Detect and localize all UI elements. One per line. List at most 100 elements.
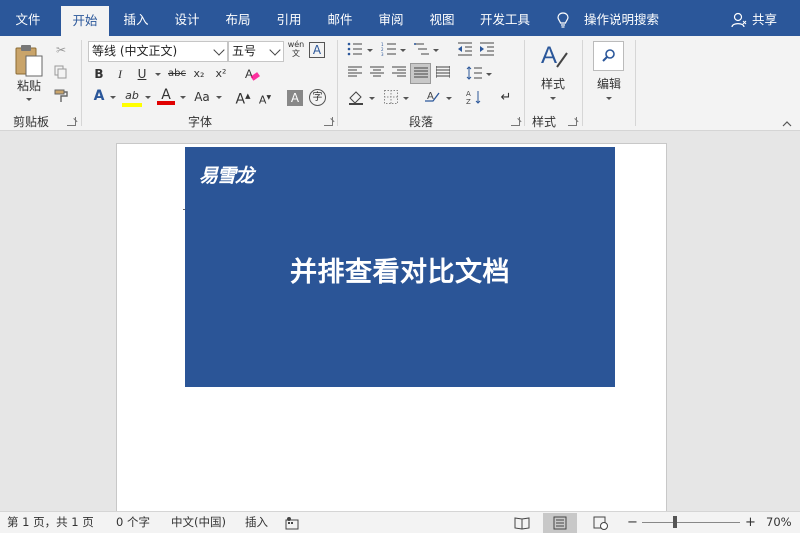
italic-button[interactable]: I <box>113 66 127 82</box>
align-left-icon[interactable] <box>347 66 363 82</box>
chevron-down-icon <box>269 44 281 56</box>
read-mode-button[interactable] <box>505 513 539 533</box>
styles-launcher-icon[interactable] <box>568 117 577 126</box>
show-marks-icon[interactable]: ↵ <box>498 90 514 106</box>
bold-button[interactable]: B <box>92 66 106 82</box>
group-separator <box>524 40 525 126</box>
chevron-down-icon <box>213 44 225 56</box>
shading-icon[interactable] <box>347 89 365 109</box>
status-bar: 第 1 页，共 1 页 0 个字 中文(中国) 插入 − + 70% <box>0 511 800 533</box>
superscript-button[interactable]: x² <box>213 66 229 82</box>
clipboard-launcher-icon[interactable] <box>67 117 76 126</box>
highlight-dropdown-icon[interactable] <box>145 96 151 99</box>
styles-label[interactable]: 样式 <box>538 76 568 92</box>
char-shading-button[interactable]: A <box>287 90 303 106</box>
group-separator <box>81 40 82 126</box>
svg-text:A: A <box>466 90 471 98</box>
line-spacing-dropdown-icon[interactable] <box>486 73 492 76</box>
tab-review[interactable]: 审阅 <box>367 0 415 36</box>
font-size-combo[interactable]: 五号 <box>228 41 284 62</box>
align-right-icon[interactable] <box>391 66 407 82</box>
person-icon <box>731 12 747 28</box>
text-effects-dropdown-icon[interactable] <box>110 96 116 99</box>
multilevel-list-icon[interactable] <box>414 42 430 60</box>
tab-view[interactable]: 视图 <box>418 0 466 36</box>
zoom-level[interactable]: 70% <box>766 512 792 533</box>
tab-mailings[interactable]: 邮件 <box>316 0 364 36</box>
justify-icon[interactable] <box>410 63 431 84</box>
font-color-dropdown-icon[interactable] <box>180 96 186 99</box>
editing-label[interactable]: 编辑 <box>594 76 624 92</box>
shading-dropdown-icon[interactable] <box>369 97 375 100</box>
change-case-dropdown-icon[interactable] <box>216 96 222 99</box>
tab-home[interactable]: 开始 <box>61 6 109 36</box>
underline-dropdown-icon[interactable] <box>155 73 161 76</box>
font-group-label: 字体 <box>188 115 213 129</box>
line-spacing-icon[interactable] <box>466 66 482 84</box>
align-center-icon[interactable] <box>369 66 385 82</box>
web-layout-button[interactable] <box>583 513 617 533</box>
borders-icon[interactable] <box>383 90 399 108</box>
insert-mode[interactable]: 插入 <box>245 512 268 533</box>
zoom-out-button[interactable]: − <box>627 512 638 533</box>
tab-file[interactable]: 文件 <box>0 0 56 36</box>
numbering-icon[interactable]: 123 <box>381 42 397 60</box>
find-icon[interactable] <box>593 41 624 71</box>
zoom-in-button[interactable]: + <box>745 512 756 533</box>
zoom-slider-thumb[interactable] <box>673 516 677 528</box>
tab-insert[interactable]: 插入 <box>112 0 160 36</box>
bullets-icon[interactable] <box>347 42 363 60</box>
shrink-font-button[interactable]: A▼ <box>257 90 273 109</box>
borders-dropdown-icon[interactable] <box>403 97 409 100</box>
change-case-button[interactable]: Aa <box>191 89 213 105</box>
print-layout-button[interactable] <box>543 513 577 533</box>
tab-references[interactable]: 引用 <box>265 0 313 36</box>
asian-layout-dropdown-icon[interactable] <box>446 97 452 100</box>
page-count[interactable]: 第 1 页，共 1 页 <box>7 512 94 533</box>
grow-font-button[interactable]: A▲ <box>235 88 251 108</box>
paragraph-launcher-icon[interactable] <box>511 117 520 126</box>
paste-icon[interactable] <box>12 42 46 78</box>
zoom-slider-track[interactable] <box>642 522 740 523</box>
cut-icon[interactable]: ✂ <box>52 42 70 58</box>
decrease-indent-icon[interactable] <box>456 42 474 60</box>
styles-group-label: 样式 <box>532 115 557 129</box>
font-name-combo[interactable]: 等线 (中文正文) <box>88 41 228 62</box>
subscript-button[interactable]: x₂ <box>191 66 207 82</box>
distributed-icon[interactable] <box>435 66 451 82</box>
language[interactable]: 中文(中国) <box>171 512 226 533</box>
word-count[interactable]: 0 个字 <box>116 512 150 533</box>
underline-button[interactable]: U <box>135 66 149 82</box>
collapse-ribbon-icon[interactable] <box>780 116 794 132</box>
tab-layout[interactable]: 布局 <box>214 0 262 36</box>
char-border-icon[interactable]: A <box>309 42 325 58</box>
font-size-value: 五号 <box>232 44 257 58</box>
styles-dropdown-icon[interactable] <box>550 97 556 100</box>
copy-icon[interactable] <box>52 65 70 83</box>
enclose-char-button[interactable]: 字 <box>309 89 326 106</box>
text-effects-icon[interactable]: A <box>91 88 107 104</box>
phonetic-guide-icon[interactable]: wén 文 <box>287 40 305 58</box>
increase-indent-icon[interactable] <box>478 42 496 60</box>
paste-label[interactable]: 粘贴 <box>14 78 44 94</box>
banner-image[interactable]: 易雪龙 并排查看对比文档 <box>185 147 615 387</box>
font-color-icon[interactable]: A <box>157 87 175 105</box>
font-launcher-icon[interactable] <box>324 117 333 126</box>
strikethrough-button[interactable]: abc <box>167 66 187 82</box>
paste-dropdown-icon[interactable] <box>26 98 32 101</box>
group-separator <box>635 40 636 126</box>
asian-layout-icon[interactable]: A <box>423 89 443 109</box>
styles-icon[interactable]: A <box>539 41 569 75</box>
sort-icon[interactable]: AZ <box>466 89 482 109</box>
macro-record-icon[interactable] <box>285 516 299 533</box>
tab-design[interactable]: 设计 <box>163 0 211 36</box>
numbering-dropdown-icon[interactable] <box>400 49 406 52</box>
bullets-dropdown-icon[interactable] <box>367 49 373 52</box>
font-name-value: 等线 (中文正文) <box>92 44 178 58</box>
multilevel-dropdown-icon[interactable] <box>433 49 439 52</box>
highlight-icon[interactable]: ab <box>122 88 142 107</box>
format-painter-icon[interactable] <box>52 88 70 108</box>
tab-developer[interactable]: 开发工具 <box>470 0 540 36</box>
editing-dropdown-icon[interactable] <box>606 97 612 100</box>
clear-format-icon[interactable]: A <box>243 66 261 86</box>
